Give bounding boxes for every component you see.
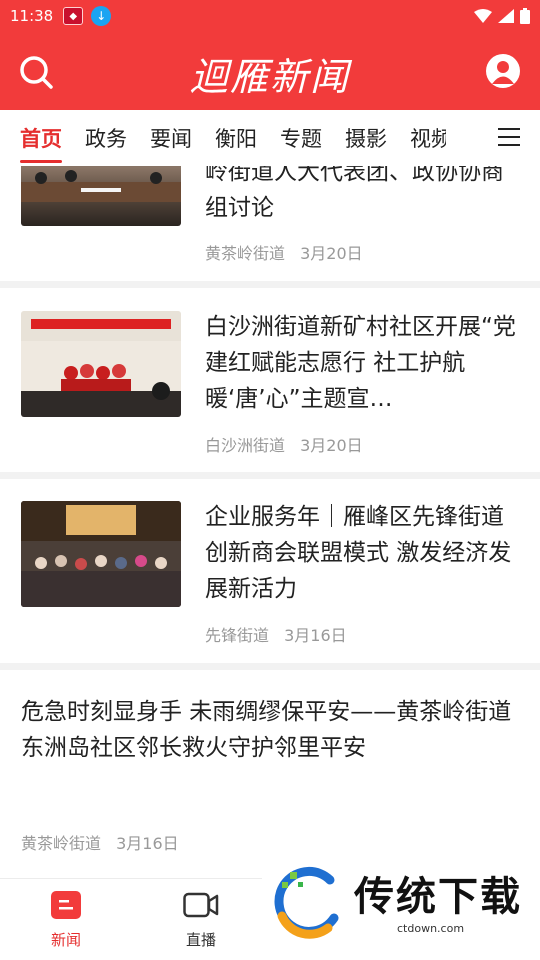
news-nav-icon	[51, 891, 81, 919]
news-date: 3月20日	[300, 436, 363, 455]
feed-divider	[0, 281, 540, 288]
status-time: 11:38	[10, 7, 54, 25]
news-source: 黄茶岭街道	[205, 244, 286, 263]
signal-icon	[498, 9, 514, 23]
news-meta: 先锋街道 3月16日	[205, 622, 347, 646]
news-title: 危急时刻显身手 未雨绸缪保平安——黄茶岭街道东洲岛社区邻长救火守护邻里平安	[21, 699, 512, 761]
news-source: 黄茶岭街道	[21, 834, 102, 853]
download-icon: ↓	[91, 6, 112, 26]
feed-divider	[0, 472, 540, 479]
watermark-url: ctdown.com	[397, 922, 465, 935]
news-date: 3月16日	[284, 626, 347, 645]
news-thumbnail	[21, 311, 181, 417]
news-title: 岭街道人大代表团、政协协商组讨论	[205, 166, 504, 221]
news-thumbnail	[21, 501, 181, 607]
battery-icon	[520, 8, 530, 24]
wifi-icon	[474, 9, 492, 23]
nav-live-label: 直播	[185, 931, 216, 949]
news-title: 白沙洲街道新矿村社区开展“党建红赋能志愿行 社工护航暖‘唐’心”主题宣…	[205, 314, 516, 412]
app-notification-icon: ◆	[63, 7, 84, 25]
tab-home[interactable]: 首页	[20, 123, 62, 163]
news-source: 先锋街道	[205, 626, 270, 645]
tab-headlines[interactable]: 要闻	[150, 123, 192, 153]
news-date: 3月16日	[116, 834, 179, 853]
nav-live[interactable]: 直播	[166, 891, 236, 950]
watermark-logo-icon	[274, 866, 339, 939]
site-watermark: 传统下载 ctdown.com	[262, 862, 540, 960]
video-camera-icon	[183, 892, 219, 918]
nav-news[interactable]: 新闻	[31, 891, 101, 950]
news-item[interactable]: 危急时刻显身手 未雨绸缪保平安——黄茶岭街道东洲岛社区邻长救火守护邻里平安 黄茶…	[0, 670, 540, 878]
news-date: 3月20日	[300, 244, 363, 263]
news-thumbnail	[21, 166, 181, 226]
watermark-brand: 传统下载	[354, 874, 522, 920]
news-title: 企业服务年｜雁峰区先锋街道创新商会联盟模式 激发经济发展新活力	[205, 504, 512, 602]
tab-photography[interactable]: 摄影	[345, 123, 387, 153]
news-meta: 黄茶岭街道 3月20日	[205, 240, 363, 264]
news-source: 白沙洲街道	[205, 436, 286, 455]
news-item[interactable]: 企业服务年｜雁峰区先锋街道创新商会联盟模式 激发经济发展新活力 先锋街道 3月1…	[0, 479, 540, 663]
tab-special[interactable]: 专题	[280, 123, 322, 153]
app-logo: 迴雁新闻	[189, 55, 350, 99]
category-tabs: 首页 政务 要闻 衡阳 专题 摄影 视频	[0, 110, 540, 166]
tab-video[interactable]: 视频	[410, 123, 446, 153]
user-profile-icon[interactable]	[486, 54, 520, 88]
news-item[interactable]: 白沙洲街道新矿村社区开展“党建红赋能志愿行 社工护航暖‘唐’心”主题宣… 白沙洲…	[0, 288, 540, 472]
nav-news-label: 新闻	[50, 931, 81, 949]
tab-hengyang[interactable]: 衡阳	[215, 123, 257, 153]
tabs-menu-icon[interactable]	[498, 128, 520, 148]
feed-divider	[0, 663, 540, 670]
news-item[interactable]: 岭街道人大代表团、政协协商组讨论 黄茶岭街道 3月20日	[0, 166, 540, 281]
app-header: 迴雁新闻	[0, 32, 540, 110]
news-feed: 岭街道人大代表团、政协协商组讨论 黄茶岭街道 3月20日 白沙洲街道新矿村社区开…	[0, 166, 540, 878]
news-meta: 白沙洲街道 3月20日	[205, 432, 363, 456]
news-meta: 黄茶岭街道 3月16日	[21, 830, 179, 854]
status-bar: 11:38 ◆ ↓	[0, 0, 540, 32]
tab-government[interactable]: 政务	[85, 123, 127, 153]
